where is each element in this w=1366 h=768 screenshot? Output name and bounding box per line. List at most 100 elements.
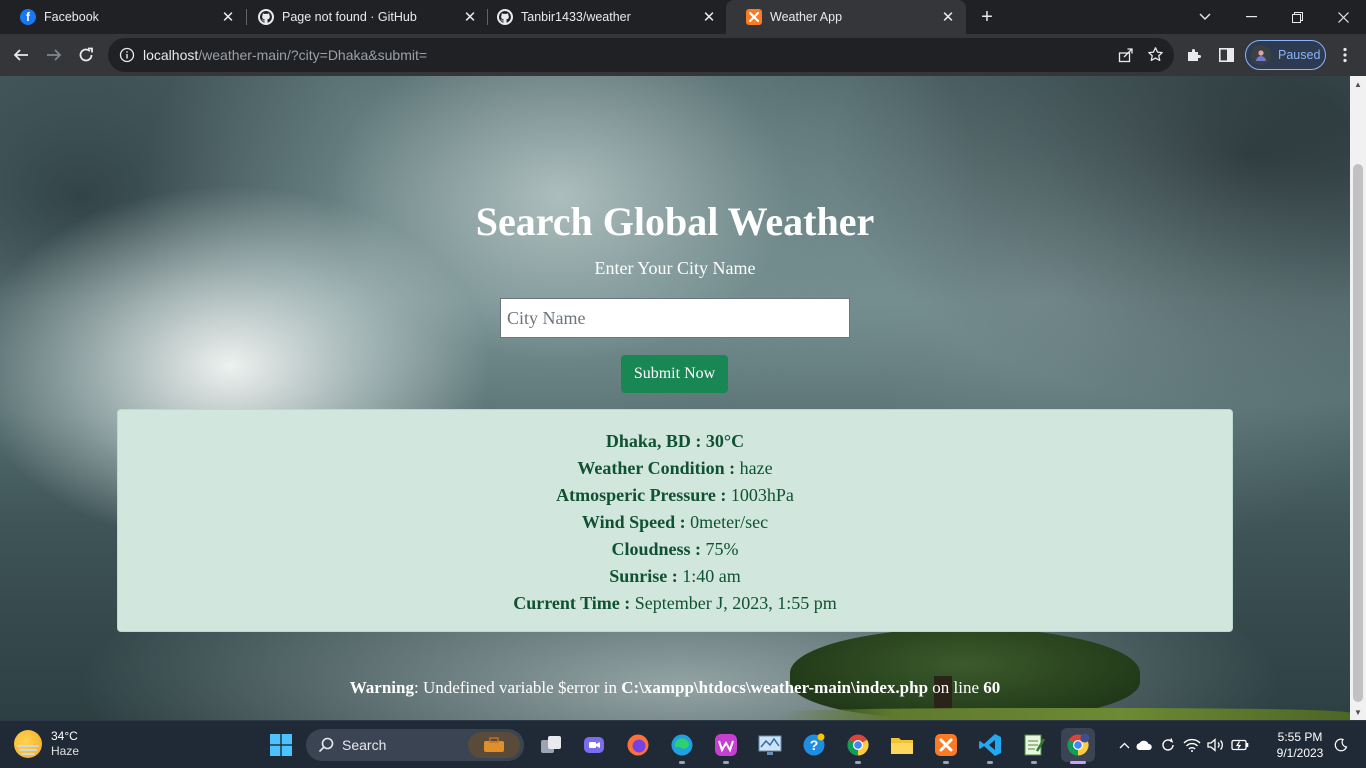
reload-button[interactable]: [72, 41, 100, 69]
onedrive-cloud-icon[interactable]: [1132, 740, 1156, 751]
chrome-profile-icon[interactable]: [1061, 728, 1095, 762]
extensions-puzzle-icon[interactable]: [1180, 41, 1208, 69]
weather-result-panel: Dhaka, BD : 30°C Weather Condition : haz…: [117, 409, 1233, 632]
location-temperature-text: Dhaka, BD : 30°C: [605, 431, 745, 451]
scroll-up-arrow-icon[interactable]: ▲: [1350, 76, 1366, 92]
tab-search-chevron-icon[interactable]: [1182, 0, 1228, 34]
row-value: haze: [735, 458, 773, 478]
notifications-moon-icon[interactable]: [1334, 721, 1348, 768]
bookmark-star-icon[interactable]: [1147, 46, 1164, 68]
warning-line-number: 60: [983, 678, 1001, 697]
row-label: Sunrise :: [609, 566, 678, 586]
new-tab-button[interactable]: +: [976, 6, 998, 28]
php-warning-message: Warning: Undefined variable $error in C:…: [0, 678, 1350, 698]
row-value: 75%: [701, 539, 739, 559]
side-panel-icon[interactable]: [1212, 41, 1240, 69]
profile-paused-button[interactable]: Paused: [1245, 40, 1326, 70]
close-tab-icon[interactable]: ✕: [218, 7, 238, 27]
taskbar-search-box[interactable]: Search: [306, 729, 524, 761]
close-tab-icon[interactable]: ✕: [938, 7, 958, 27]
windows-taskbar: 34°C Haze Search ? 5:55 PM 9/1/2023: [0, 720, 1366, 768]
facebook-icon: f: [20, 9, 36, 25]
system-clock[interactable]: 5:55 PM 9/1/2023: [1270, 729, 1330, 761]
file-explorer-icon[interactable]: [887, 730, 917, 760]
warning-text: : Undefined variable $error in: [413, 678, 622, 697]
notepad-icon[interactable]: [1019, 730, 1049, 760]
monitor-app-icon[interactable]: [755, 730, 785, 760]
system-tray: [1116, 721, 1252, 768]
current-time-row: Current Time : September J, 2023, 1:55 p…: [118, 590, 1232, 617]
browser-toolbar: localhost/weather-main/?city=Dhaka&submi…: [0, 34, 1366, 76]
url-path: /weather-main/?city=Dhaka&submit=: [198, 47, 428, 63]
url-host: localhost: [143, 47, 199, 63]
battery-charging-icon[interactable]: [1228, 739, 1252, 751]
page-title: Search Global Weather: [475, 199, 875, 244]
xampp-control-icon[interactable]: [931, 730, 961, 760]
scroll-down-arrow-icon[interactable]: ▼: [1350, 704, 1366, 720]
edge-icon[interactable]: [667, 730, 697, 760]
search-icon: [318, 737, 334, 753]
briefcase-icon: [468, 732, 520, 758]
clock-time: 5:55 PM: [1277, 730, 1323, 744]
pressure-row: Atmosperic Pressure : 1003hPa: [118, 482, 1232, 509]
tab-github-not-found[interactable]: Page not found · GitHub ✕: [238, 0, 488, 34]
running-indicator: [855, 761, 861, 764]
weather-temperature: 34°C: [51, 729, 78, 743]
running-indicator: [723, 761, 729, 764]
get-help-icon[interactable]: ?: [799, 730, 829, 760]
chat-icon[interactable]: [579, 730, 609, 760]
weather-condition: Haze: [51, 744, 80, 758]
running-indicator: [943, 761, 949, 764]
row-label: Weather Condition :: [577, 458, 736, 478]
tab-title: Weather App: [770, 10, 843, 24]
sunrise-row: Sunrise : 1:40 am: [118, 563, 1232, 590]
page-subtitle: Enter Your City Name: [594, 258, 756, 278]
vscode-icon[interactable]: [975, 730, 1005, 760]
github-icon: [258, 9, 274, 25]
row-label: Wind Speed :: [581, 512, 686, 532]
close-tab-icon[interactable]: ✕: [699, 7, 719, 27]
firefox-icon[interactable]: [623, 730, 653, 760]
search-label: Search: [342, 737, 387, 753]
github-icon: [497, 9, 513, 25]
svg-text:?: ?: [810, 737, 819, 753]
tab-title: Facebook: [44, 10, 99, 24]
submit-now-button[interactable]: Submit Now: [621, 355, 728, 393]
close-window-button[interactable]: [1320, 0, 1366, 34]
address-bar[interactable]: localhost/weather-main/?city=Dhaka&submi…: [108, 38, 1174, 72]
tab-tanbir-weather[interactable]: Tanbir1433/weather ✕: [477, 0, 727, 34]
share-icon[interactable]: [1118, 47, 1134, 68]
wind-speed-row: Wind Speed : 0meter/sec: [118, 509, 1232, 536]
row-value: 1003hPa: [726, 485, 794, 505]
show-hidden-icons-chevron-icon[interactable]: [1116, 742, 1132, 749]
avatar: [1251, 45, 1271, 65]
wps-office-icon[interactable]: [711, 730, 741, 760]
browser-tab-strip: f Facebook ✕ Page not found · GitHub ✕ T…: [0, 0, 1366, 34]
task-view-icon[interactable]: [536, 730, 566, 760]
profile-status-label: Paused: [1278, 48, 1321, 62]
forward-button[interactable]: [40, 41, 68, 69]
tab-weather-app[interactable]: Weather App ✕: [726, 0, 966, 34]
chrome-icon[interactable]: [843, 730, 873, 760]
row-label: Current Time :: [513, 593, 631, 613]
weather-widget[interactable]: 34°C Haze: [14, 729, 79, 759]
sync-icon[interactable]: [1156, 737, 1180, 753]
scrollbar-thumb[interactable]: [1353, 164, 1363, 702]
tab-facebook[interactable]: f Facebook ✕: [0, 0, 246, 34]
active-indicator: [1070, 761, 1086, 764]
xampp-icon: [746, 9, 762, 25]
site-info-icon[interactable]: [119, 47, 135, 63]
back-button[interactable]: [7, 41, 35, 69]
wifi-icon[interactable]: [1180, 738, 1204, 752]
page-scrollbar[interactable]: ▲ ▼: [1350, 76, 1366, 720]
url-text: localhost/weather-main/?city=Dhaka&submi…: [143, 47, 427, 63]
minimize-button[interactable]: [1228, 0, 1274, 34]
city-name-input[interactable]: [500, 298, 850, 338]
restore-button[interactable]: [1274, 0, 1320, 34]
chrome-menu-icon[interactable]: [1331, 41, 1359, 69]
running-indicator: [679, 761, 685, 764]
volume-icon[interactable]: [1204, 738, 1228, 752]
row-label: Atmosperic Pressure :: [556, 485, 727, 505]
windows-start-icon[interactable]: [266, 730, 296, 760]
warning-label: Warning: [349, 678, 414, 697]
